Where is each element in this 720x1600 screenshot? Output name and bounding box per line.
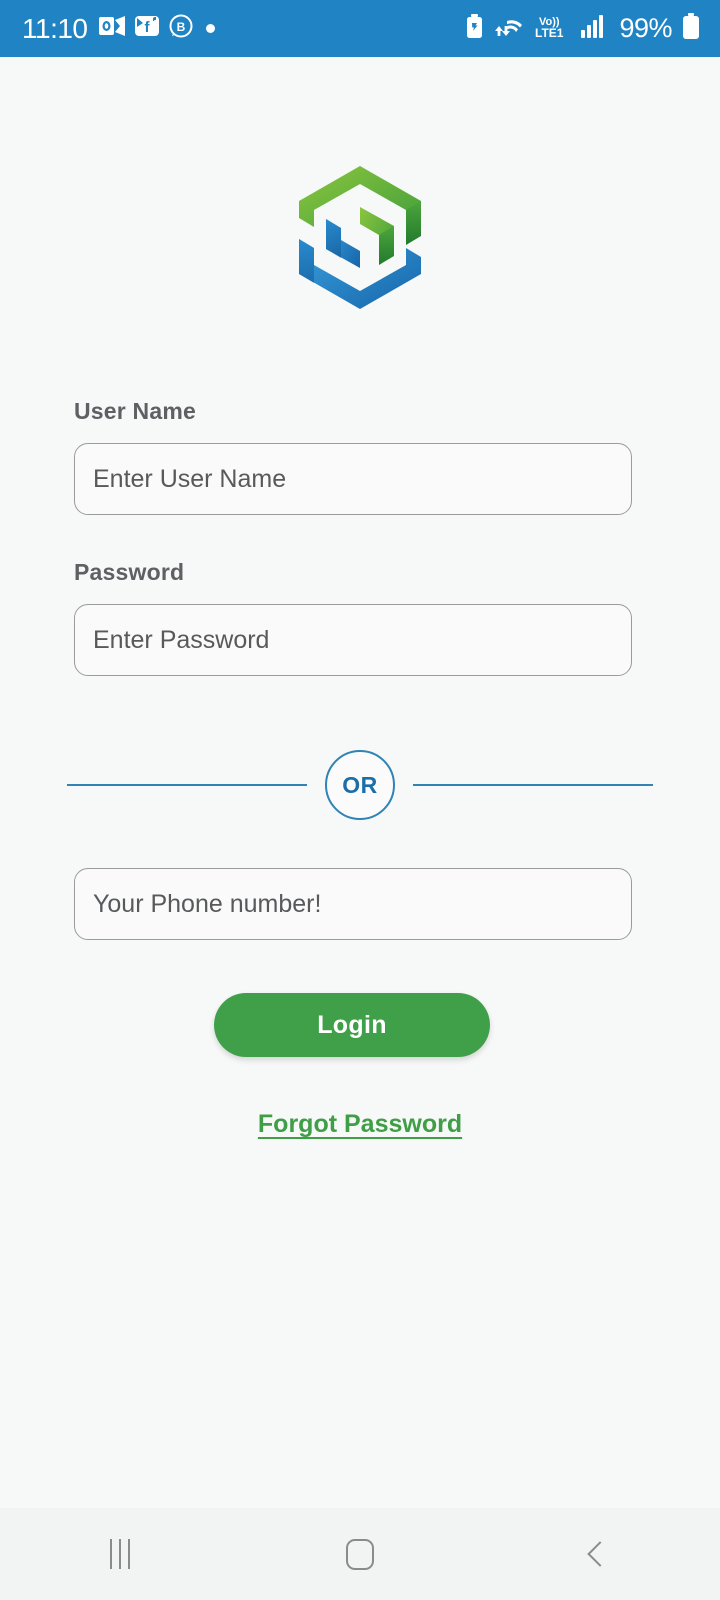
or-badge: OR xyxy=(325,750,395,820)
back-button[interactable] xyxy=(540,1508,660,1600)
svg-text:B: B xyxy=(176,20,185,34)
notification-dot-icon xyxy=(205,24,215,33)
wifi-data-transfer-icon xyxy=(493,14,525,44)
status-bar-right: Vo)) LTE1 99% xyxy=(466,12,700,45)
forgot-password-link[interactable]: Forgot Password xyxy=(0,1110,720,1139)
recents-icon xyxy=(110,1539,130,1569)
divider-line-left xyxy=(67,784,307,786)
password-input[interactable] xyxy=(74,604,632,676)
forgot-password-label: Forgot Password xyxy=(257,1110,463,1138)
phone-input[interactable] xyxy=(74,868,632,940)
status-clock: 11:10 xyxy=(22,12,88,44)
outlook-icon xyxy=(98,14,125,43)
system-navigation-bar xyxy=(0,1508,720,1600)
home-button[interactable] xyxy=(300,1508,420,1600)
battery-icon xyxy=(682,12,700,45)
home-icon xyxy=(346,1538,374,1570)
whatsapp-business-icon: B xyxy=(169,14,193,43)
app-logo xyxy=(290,160,430,320)
or-divider: OR xyxy=(0,750,720,820)
phone-field-container xyxy=(74,868,632,940)
divider-line-right xyxy=(413,784,653,786)
recents-button[interactable] xyxy=(60,1508,180,1600)
status-bar: 11:10 f B Vo)) LTE1 99% xyxy=(0,0,720,57)
username-input[interactable] xyxy=(74,443,632,515)
login-form: User Name Password xyxy=(74,398,632,676)
volte-lte1-icon: Vo)) LTE1 xyxy=(535,13,571,44)
field-spacer xyxy=(74,515,632,559)
signal-bars-icon xyxy=(581,14,607,44)
password-label: Password xyxy=(74,559,185,585)
battery-percent-label: 99% xyxy=(619,13,672,43)
logo-container xyxy=(0,160,720,320)
back-chevron-icon xyxy=(587,1541,613,1567)
username-label: User Name xyxy=(74,398,196,424)
login-button[interactable]: Login xyxy=(214,993,490,1057)
svg-text:LTE1: LTE1 xyxy=(535,26,564,39)
battery-saver-icon xyxy=(466,13,483,44)
status-bar-left: 11:10 f B xyxy=(22,14,215,43)
messenger-icon: f xyxy=(134,14,160,43)
